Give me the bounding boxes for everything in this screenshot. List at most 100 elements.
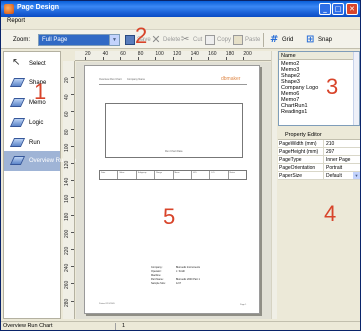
ruler-tick	[208, 57, 210, 60]
delete-label: Delete	[163, 37, 181, 43]
app-icon	[4, 4, 14, 14]
ruler-tick	[85, 57, 86, 60]
minimize-button[interactable]: _	[319, 3, 331, 15]
ruler-label: 240	[64, 263, 70, 273]
ruler-label: 120	[64, 160, 70, 169]
grid-button[interactable]: # Grid	[270, 33, 293, 47]
paper-size-select[interactable]: Default ▼	[324, 172, 360, 179]
menu-report[interactable]: Report	[7, 18, 25, 24]
ruler-label: 160	[208, 51, 217, 57]
ruler-tick	[243, 57, 245, 60]
footer-key: Sample Size:	[151, 282, 166, 285]
ruler-tick	[71, 266, 74, 268]
property-row[interactable]: PageWidth (mm) 210	[278, 140, 360, 148]
table-cell: LCL	[210, 171, 229, 179]
object-list[interactable]: Name Memo2 Memo3 Shape2 Shape3 Company L…	[278, 51, 360, 126]
delete-button[interactable]: ✕ Delete	[151, 33, 180, 47]
close-button[interactable]: ✕	[346, 3, 358, 15]
ruler-tick	[120, 57, 122, 60]
chevron-down-icon[interactable]: ▼	[353, 172, 360, 179]
property-row[interactable]: PageHeight (mm) 297	[278, 148, 360, 156]
property-key: PageType	[278, 156, 324, 163]
ruler-label: 20	[64, 77, 70, 83]
menu-bar: Report	[1, 17, 360, 27]
cut-button[interactable]: ✂ Cut	[181, 33, 202, 47]
paste-button[interactable]: Paste	[233, 33, 260, 47]
save-icon	[125, 35, 135, 45]
ruler-tick	[71, 180, 74, 182]
ruler-tick	[155, 57, 157, 60]
snap-button[interactable]: ⊞ Snap	[306, 33, 332, 47]
page-footer-left: Printed 12/1/2005	[99, 303, 115, 305]
ruler-tick	[225, 57, 227, 60]
ruler-tick	[137, 57, 139, 60]
report-page[interactable]: Overview Run Chart Company Name dbmaker …	[84, 65, 260, 314]
property-key: PageHeight (mm)	[278, 148, 324, 155]
logic-icon	[9, 118, 26, 127]
chevron-down-icon[interactable]: ▼	[109, 35, 119, 45]
ruler-label: 80	[64, 129, 70, 135]
ruler-label: 140	[190, 51, 199, 57]
annotation-2: 2	[135, 23, 148, 48]
ruler-tick	[71, 231, 74, 233]
title-bar[interactable]: Page Design _ □ ✕	[1, 1, 360, 17]
canvas-vertical-scrollbar[interactable]	[271, 51, 277, 319]
memo-icon	[9, 98, 26, 107]
delete-icon: ✕	[151, 33, 161, 46]
tool-logic[interactable]: Logic	[4, 113, 60, 133]
property-row[interactable]: PaperSize Default ▼	[278, 172, 360, 180]
property-row[interactable]: PageType Inner Page	[278, 156, 360, 164]
zoom-value: Full Page	[39, 35, 110, 45]
paste-icon	[233, 35, 243, 45]
ruler-label: 60	[64, 111, 70, 118]
page-header-company[interactable]: Company Name	[127, 78, 145, 81]
tool-overview-run-chart[interactable]: Overview Run Chart	[4, 151, 83, 171]
ruler-tick	[71, 77, 74, 78]
ruler-label: 260	[64, 281, 70, 290]
property-value[interactable]: 210	[324, 140, 360, 147]
ruler-tick	[71, 214, 74, 216]
zoom-select[interactable]: Full Page ▼	[38, 34, 120, 46]
property-key: PaperSize	[278, 172, 324, 179]
readings-table[interactable]: Date Value Subgroup Range Mean UCL LCL N…	[99, 170, 247, 180]
object-list-header[interactable]: Name	[279, 52, 359, 60]
property-value[interactable]: Inner Page	[324, 156, 360, 163]
ruler-label: 220	[64, 246, 70, 255]
copy-button[interactable]: Copy	[205, 33, 231, 47]
toolbox: ↖ Select Shape Memo Logic Run Overview R…	[3, 51, 83, 319]
horizontal-ruler: 20 40 60 80 100 120 140 160 180 200	[75, 51, 271, 61]
cut-label: Cut	[193, 37, 203, 43]
property-key: PageOrientation	[278, 164, 324, 171]
tool-select[interactable]: ↖ Select	[4, 54, 60, 74]
ruler-tick	[71, 249, 74, 250]
page-header-title[interactable]: Overview Run Chart	[99, 78, 122, 81]
property-value[interactable]: Portrait	[324, 164, 360, 171]
tool-run[interactable]: Run	[4, 133, 60, 153]
design-canvas[interactable]: Overview Run Chart Company Name dbmaker …	[76, 62, 271, 319]
chart-icon	[9, 156, 26, 165]
property-row[interactable]: PageOrientation Portrait	[278, 164, 360, 172]
object-list-scrollbar[interactable]	[353, 52, 359, 125]
status-text: Overview Run Chart	[3, 323, 53, 329]
ruler-tick	[71, 197, 74, 199]
list-item[interactable]: Readings1	[281, 109, 353, 115]
property-value[interactable]: 297	[324, 148, 360, 155]
ruler-label: 160	[64, 195, 70, 204]
object-list-items: Memo2 Memo3 Shape2 Shape3 Company Logo M…	[281, 61, 353, 115]
snap-icon: ⊞	[306, 34, 315, 45]
tool-shape[interactable]: Shape	[4, 73, 60, 93]
company-logo[interactable]: dbmaker	[221, 76, 240, 82]
table-cell: Range	[155, 171, 174, 179]
copy-label: Copy	[217, 37, 232, 43]
page-footer-info[interactable]: Company: Biomedix Instruments Operator: J.…	[151, 266, 231, 286]
page-divider	[99, 84, 247, 85]
ruler-label: 40	[64, 94, 70, 101]
maximize-button[interactable]: □	[332, 3, 344, 15]
table-cell: UCL	[192, 171, 211, 179]
ruler-label: 120	[173, 51, 182, 57]
ruler-tick	[71, 283, 74, 285]
page-design-window: Page Design _ □ ✕ Report Zoom: Full Page…	[0, 0, 361, 331]
property-editor-title: Property Editor	[278, 131, 360, 140]
tool-memo[interactable]: Memo	[4, 93, 60, 113]
paper-size-value: Default	[326, 173, 342, 179]
